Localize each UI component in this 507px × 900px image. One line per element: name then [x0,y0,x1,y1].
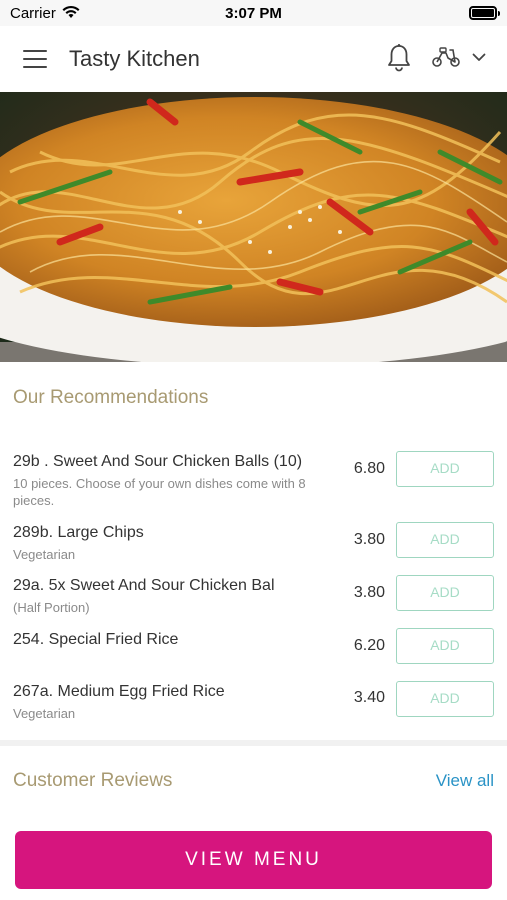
add-button[interactable]: ADD [396,628,494,664]
section-divider [0,740,507,746]
noodles-illustration [0,92,507,362]
item-name: 267a. Medium Egg Fried Rice [13,683,225,700]
item-price: 3.80 [353,531,385,548]
menu-icon[interactable] [23,50,47,68]
recommendations-title: Our Recommendations [13,387,209,408]
item-price: 6.80 [353,460,385,477]
item-price: 3.80 [353,584,385,601]
app-header: Tasty Kitchen [0,26,507,92]
add-button[interactable]: ADD [396,575,494,611]
view-all-link[interactable]: View all [436,771,494,791]
status-bar: Carrier 3:07 PM [0,0,507,26]
item-description: (Half Portion) [13,600,90,615]
item-description: 10 pieces. Choose of your own dishes com… [13,476,306,508]
bell-icon[interactable] [386,43,412,73]
battery-icon [469,6,500,20]
chevron-down-icon[interactable] [472,53,486,62]
item-price: 3.40 [353,689,385,706]
scooter-icon[interactable] [431,46,461,68]
add-button[interactable]: ADD [396,681,494,717]
clock: 3:07 PM [225,5,282,22]
reviews-title: Customer Reviews [13,770,173,791]
item-name: 29b . Sweet And Sour Chicken Balls (10) [13,453,303,470]
page-title: Tasty Kitchen [69,46,200,71]
item-name: 254. Special Fried Rice [13,631,179,648]
view-menu-button[interactable]: VIEW MENU [15,831,492,889]
hero-image [0,92,507,362]
item-description: Vegetarian [13,547,76,562]
item-description: Vegetarian [13,706,76,721]
item-name: 29a. 5x Sweet And Sour Chicken Bal [13,577,275,594]
add-button[interactable]: ADD [396,451,494,487]
add-button[interactable]: ADD [396,522,494,558]
item-price: 6.20 [353,637,385,654]
item-name: 289b. Large Chips [13,524,144,541]
